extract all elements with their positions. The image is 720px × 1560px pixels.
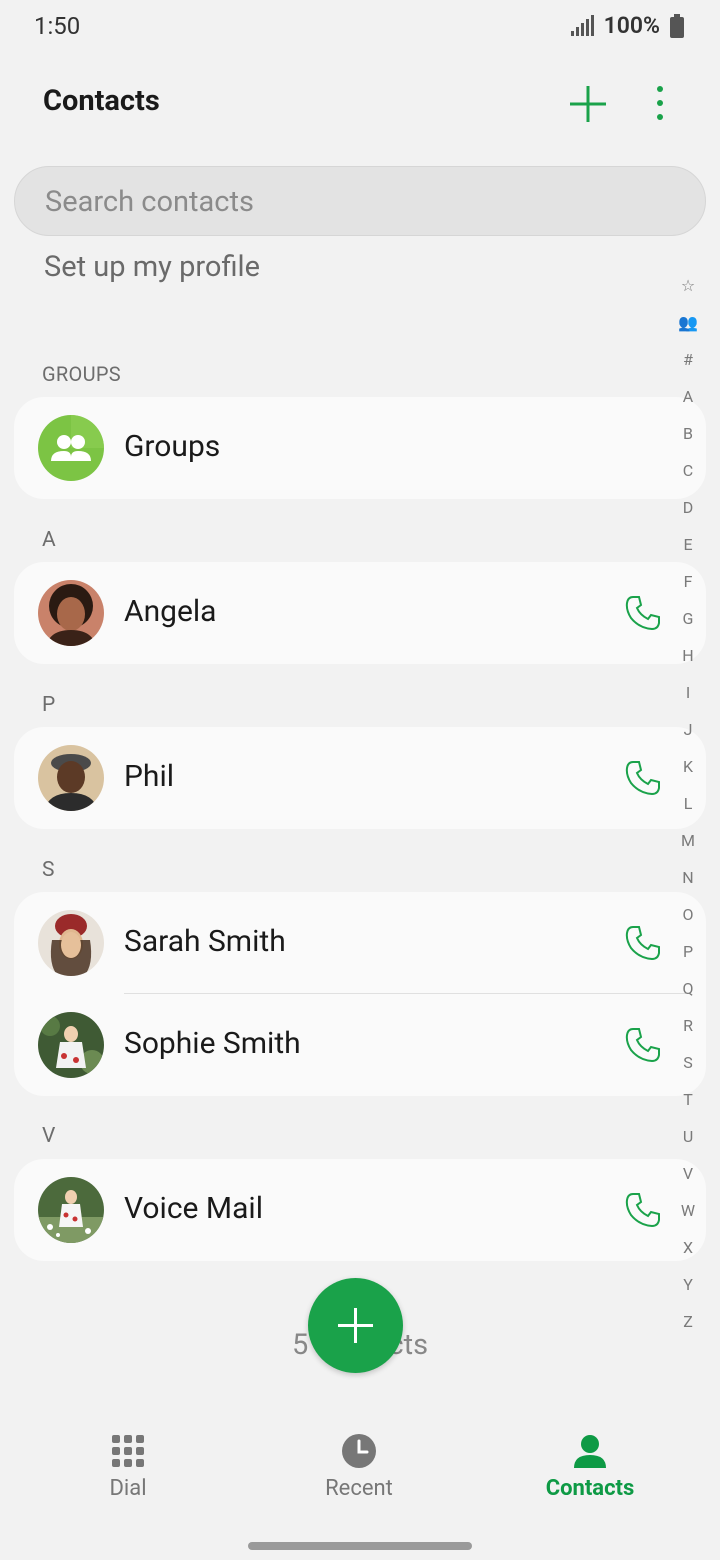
clock-icon [342, 1434, 376, 1468]
person-icon [574, 1435, 606, 1468]
nav-contacts[interactable]: Contacts [470, 1416, 710, 1526]
alphabet-index-item[interactable]: P [674, 938, 702, 975]
alphabet-index-item[interactable]: J [674, 716, 702, 753]
status-time: 1:50 [34, 12, 81, 40]
contact-name: Angela [124, 594, 217, 629]
alphabet-index-item[interactable]: G [674, 605, 702, 642]
alphabet-index-item[interactable]: A [674, 383, 702, 420]
alphabet-index-item[interactable]: Q [674, 975, 702, 1012]
avatar [38, 1177, 104, 1243]
contact-row-phil[interactable]: Phil [14, 727, 706, 829]
nav-dial[interactable]: Dial [8, 1416, 248, 1526]
contact-name: Sarah Smith [124, 924, 286, 959]
nav-label-contacts: Contacts [545, 1476, 635, 1501]
page-title: Contacts [43, 84, 160, 118]
phone-icon[interactable] [624, 1026, 662, 1064]
alphabet-index-item[interactable]: Y [674, 1271, 702, 1308]
groups-section-header: GROUPS [42, 362, 121, 386]
contact-row-angela[interactable]: Angela [14, 562, 706, 664]
status-bar: 1:50 100% [0, 0, 720, 56]
contact-name: Voice Mail [124, 1191, 263, 1226]
add-contact-fab[interactable] [308, 1278, 403, 1373]
phone-icon[interactable] [624, 594, 662, 632]
status-indicators: 100% [570, 12, 684, 39]
alphabet-index-item[interactable]: H [674, 642, 702, 679]
alphabet-index-item[interactable]: E [674, 531, 702, 568]
alphabet-index-item[interactable]: U [674, 1123, 702, 1160]
signal-icon [570, 14, 594, 36]
alphabet-index-item[interactable]: K [674, 753, 702, 790]
phone-icon[interactable] [624, 1191, 662, 1229]
contact-row-voice-mail[interactable]: Voice Mail [14, 1159, 706, 1261]
section-header-p: P [42, 693, 56, 717]
alphabet-index-scrubber[interactable]: ☆ 👥 # A B C D E F G H I J K L M N O P Q R S T U V W X Y Z [674, 272, 702, 1345]
nav-label-dial: Dial [109, 1476, 147, 1501]
contact-name: Sophie Smith [124, 1026, 301, 1061]
alphabet-index-item[interactable]: # [674, 346, 702, 383]
more-options-icon[interactable] [644, 82, 676, 126]
home-indicator[interactable] [248, 1542, 472, 1550]
section-header-a: A [42, 528, 56, 552]
section-card-p: Phil [14, 727, 706, 829]
battery-icon [670, 13, 684, 38]
search-input[interactable]: Search contacts [14, 166, 706, 236]
contact-row-sophie-smith[interactable]: Sophie Smith [14, 994, 706, 1096]
bottom-navigation: Dial Recent Contacts [0, 1416, 720, 1526]
avatar [38, 580, 104, 646]
alphabet-index-item[interactable]: X [674, 1234, 702, 1271]
section-card-s: Sarah Smith Sophie Smith [14, 892, 706, 1096]
alphabet-index-item[interactable]: L [674, 790, 702, 827]
alphabet-index-item[interactable]: D [674, 494, 702, 531]
groups-label: Groups [124, 429, 221, 464]
groups-card: Groups [14, 397, 706, 499]
alphabet-index-item[interactable]: S [674, 1049, 702, 1086]
alphabet-index-item[interactable]: F [674, 568, 702, 605]
section-header-v: V [42, 1124, 56, 1148]
search-placeholder: Search contacts [45, 185, 254, 219]
setup-profile-link[interactable]: Set up my profile [44, 250, 260, 284]
alphabet-index-item[interactable]: W [674, 1197, 702, 1234]
alphabet-index-item[interactable]: B [674, 420, 702, 457]
phone-icon[interactable] [624, 924, 662, 962]
contact-name: Phil [124, 759, 175, 794]
section-card-a: Angela [14, 562, 706, 664]
groups-icon [38, 415, 104, 481]
avatar [38, 910, 104, 976]
alphabet-index-item[interactable]: M [674, 827, 702, 864]
alphabet-index-item[interactable]: C [674, 457, 702, 494]
alphabet-index-item[interactable]: N [674, 864, 702, 901]
add-contact-icon[interactable] [566, 82, 610, 126]
groups-row[interactable]: Groups [14, 397, 706, 499]
alphabet-index-item[interactable]: I [674, 679, 702, 716]
alphabet-index-item[interactable]: O [674, 901, 702, 938]
battery-percent: 100% [603, 12, 660, 39]
alphabet-index-item[interactable]: T [674, 1086, 702, 1123]
plus-icon [338, 1308, 373, 1343]
section-header-s: S [42, 858, 55, 882]
dialpad-icon [112, 1435, 144, 1467]
alphabet-index-item[interactable]: ☆ [674, 272, 702, 309]
avatar [38, 745, 104, 811]
avatar [38, 1012, 104, 1078]
alphabet-index-item[interactable]: V [674, 1160, 702, 1197]
alphabet-index-item[interactable]: R [674, 1012, 702, 1049]
phone-icon[interactable] [624, 759, 662, 797]
section-card-v: Voice Mail [14, 1159, 706, 1261]
nav-recent[interactable]: Recent [239, 1416, 479, 1526]
contact-row-sarah-smith[interactable]: Sarah Smith [14, 892, 706, 994]
alphabet-index-item[interactable]: 👥 [674, 309, 702, 346]
nav-label-recent: Recent [325, 1476, 393, 1501]
